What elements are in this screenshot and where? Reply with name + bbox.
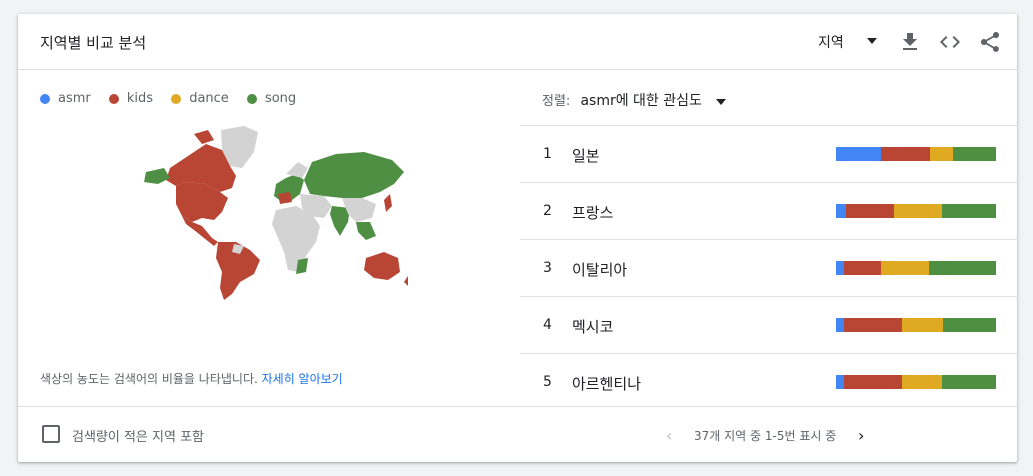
chevron-down-icon[interactable] bbox=[867, 38, 877, 44]
share-segment-asmr bbox=[836, 147, 881, 161]
region-dropdown-label[interactable]: 지역 bbox=[818, 32, 844, 52]
row-region-name[interactable]: 일본 bbox=[572, 145, 600, 166]
share-segment-song bbox=[941, 204, 996, 218]
color-note: 색상의 농도는 검색어의 비율을 나타냅니다. 자세히 알아보기 bbox=[40, 370, 343, 387]
comparison-card: 지역별 비교 분석 지역 asmr kids dance song 색상의 농도… bbox=[18, 14, 1017, 462]
pagination-text: 37개 지역 중 1-5번 표시 중 bbox=[694, 429, 837, 443]
card-footer: 검색량이 적은 지역 포함 ‹ 37개 지역 중 1-5번 표시 중 › bbox=[18, 406, 1017, 463]
download-icon[interactable] bbox=[898, 30, 922, 54]
share-segment-dance bbox=[880, 261, 929, 275]
share-segment-song bbox=[943, 318, 996, 332]
share-segment-song bbox=[928, 261, 996, 275]
legend-item-song: song bbox=[246, 91, 297, 106]
share-segment-dance bbox=[901, 375, 942, 389]
legend-dot bbox=[108, 93, 119, 104]
share-segment-asmr bbox=[836, 204, 846, 218]
share-segment-song bbox=[941, 375, 996, 389]
row-rank: 4 bbox=[543, 317, 552, 333]
share-bar bbox=[836, 204, 996, 218]
legend-label: dance bbox=[189, 91, 229, 106]
region-row[interactable]: 4 멕시코 bbox=[520, 296, 1017, 353]
share-segment-kids bbox=[880, 147, 931, 161]
sort-value[interactable]: asmr에 대한 관심도 bbox=[580, 93, 701, 109]
note-text: 색상의 농도는 검색어의 비율을 나타냅니다. bbox=[40, 372, 258, 386]
row-region-name[interactable]: 프랑스 bbox=[572, 202, 613, 223]
sort-control[interactable]: 정렬: asmr에 대한 관심도 bbox=[542, 90, 727, 110]
share-segment-kids bbox=[845, 204, 894, 218]
share-segment-dance bbox=[901, 318, 944, 332]
legend-item-asmr: asmr bbox=[40, 91, 91, 106]
row-region-name[interactable]: 아르헨티나 bbox=[572, 373, 641, 394]
region-list: 1 일본 2 프랑스 3 이탈리아 4 멕시코 5 아르헨티나 bbox=[520, 125, 1017, 410]
share-segment-song bbox=[952, 147, 996, 161]
legend: asmr kids dance song bbox=[40, 91, 310, 108]
row-region-name[interactable]: 이탈리아 bbox=[572, 259, 627, 280]
row-region-name[interactable]: 멕시코 bbox=[572, 316, 613, 337]
region-row[interactable]: 1 일본 bbox=[520, 125, 1017, 182]
row-rank: 3 bbox=[543, 260, 552, 276]
legend-dot bbox=[171, 93, 182, 104]
legend-dot bbox=[246, 93, 257, 104]
row-rank: 1 bbox=[543, 146, 552, 162]
share-bar bbox=[836, 375, 996, 389]
legend-item-dance: dance bbox=[171, 91, 229, 106]
learn-more-link[interactable]: 자세히 알아보기 bbox=[262, 372, 343, 386]
legend-item-kids: kids bbox=[108, 91, 154, 106]
region-row[interactable]: 3 이탈리아 bbox=[520, 239, 1017, 296]
checkbox-label[interactable]: 검색량이 적은 지역 포함 bbox=[72, 426, 204, 445]
share-bar bbox=[836, 261, 996, 275]
card-title: 지역별 비교 분석 bbox=[40, 34, 147, 52]
share-segment-kids bbox=[844, 318, 902, 332]
share-icon[interactable] bbox=[978, 30, 1002, 54]
row-rank: 2 bbox=[543, 203, 552, 219]
share-segment-asmr bbox=[836, 375, 844, 389]
share-segment-asmr bbox=[836, 318, 844, 332]
legend-dot bbox=[40, 93, 50, 104]
share-segment-asmr bbox=[836, 261, 844, 275]
chevron-down-icon[interactable] bbox=[716, 98, 727, 105]
sort-label: 정렬: bbox=[542, 94, 571, 109]
region-row[interactable]: 5 아르헨티나 bbox=[520, 353, 1017, 410]
region-row[interactable]: 2 프랑스 bbox=[520, 182, 1017, 239]
share-segment-kids bbox=[844, 261, 881, 275]
legend-label: asmr bbox=[58, 91, 91, 106]
next-page-icon[interactable]: › bbox=[858, 426, 864, 445]
share-segment-dance bbox=[930, 147, 953, 161]
share-segment-dance bbox=[893, 204, 942, 218]
share-bar bbox=[836, 318, 996, 332]
legend-label: song bbox=[264, 91, 297, 106]
row-rank: 5 bbox=[543, 374, 552, 390]
share-bar bbox=[836, 147, 996, 161]
card-header: 지역별 비교 분석 지역 bbox=[18, 14, 1017, 70]
prev-page-icon[interactable]: ‹ bbox=[666, 426, 672, 445]
low-volume-checkbox[interactable] bbox=[42, 425, 60, 443]
world-map[interactable] bbox=[136, 122, 408, 302]
share-segment-kids bbox=[844, 375, 902, 389]
legend-label: kids bbox=[126, 91, 154, 106]
embed-icon[interactable] bbox=[938, 30, 962, 54]
